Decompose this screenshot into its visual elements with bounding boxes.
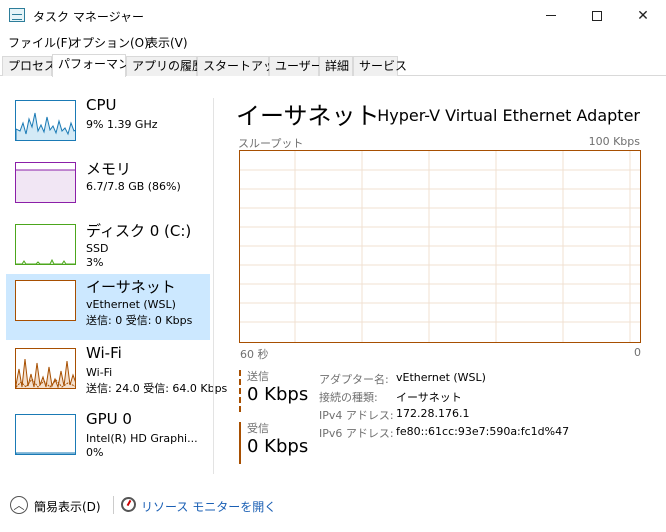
resource-detail: Wi-Fi xyxy=(86,366,113,379)
property-value: fe80::61cc:93e7:590a:fc1d%47 xyxy=(396,425,570,438)
chevron-up-icon[interactable]: ︿ xyxy=(10,496,28,514)
resource-wifi[interactable]: Wi-Fi Wi-Fi 送信: 24.0 受信: 64.0 Kbps xyxy=(6,342,227,408)
menu-file[interactable]: ファイル(F) xyxy=(8,34,72,51)
window-title: タスク マネージャー xyxy=(33,10,144,24)
resource-name: CPU xyxy=(86,96,117,114)
resource-detail: vEthernet (WSL) xyxy=(86,298,176,311)
tab-startup[interactable]: スタートアップ xyxy=(197,56,287,76)
menu-view[interactable]: 表示(V) xyxy=(146,34,188,51)
title-bar: タスク マネージャー ✕ xyxy=(0,0,666,31)
minimize-button[interactable] xyxy=(528,0,574,31)
resource-name: メモリ xyxy=(86,160,132,178)
resource-usage: 送信: 0 受信: 0 Kbps xyxy=(86,314,193,327)
close-button[interactable]: ✕ xyxy=(620,0,666,31)
receive-legend-marker xyxy=(239,422,241,464)
adapter-name: Hyper-V Virtual Ethernet Adapter xyxy=(377,106,640,125)
resource-name: GPU 0 xyxy=(86,410,132,428)
property-value: イーサネット xyxy=(396,391,462,404)
resource-detail: Intel(R) HD Graphi... xyxy=(86,432,198,445)
resource-name: ディスク 0 (C:) xyxy=(86,222,192,240)
tab-processes[interactable]: プロセス xyxy=(2,56,56,76)
resource-name: Wi-Fi xyxy=(86,344,122,362)
property-key: IPv6 アドレス: xyxy=(319,427,394,440)
resource-usage: 3% xyxy=(86,256,104,269)
tab-services[interactable]: サービス xyxy=(353,56,407,76)
property-value: vEthernet (WSL) xyxy=(396,371,486,384)
menu-bar: ファイル(F) オプション(O) 表示(V) xyxy=(0,32,666,52)
ethernet-thumbnail-graph xyxy=(15,280,76,321)
disk-thumbnail-graph xyxy=(15,224,76,265)
resource-ethernet[interactable]: イーサネット vEthernet (WSL) 送信: 0 受信: 0 Kbps xyxy=(6,274,210,340)
tab-details[interactable]: 詳細 xyxy=(319,56,353,76)
cpu-thumbnail-graph xyxy=(15,100,76,141)
property-value: 172.28.176.1 xyxy=(396,407,470,420)
property-key: 接続の種類: xyxy=(319,391,378,404)
send-legend-marker xyxy=(239,370,241,412)
resource-memory[interactable]: メモリ 6.7/7.8 GB (86%) xyxy=(6,156,210,222)
resource-usage: 0% xyxy=(86,446,104,459)
send-value: 0 Kbps xyxy=(247,384,309,405)
tab-app-history[interactable]: アプリの履歴 xyxy=(126,56,204,76)
property-key: IPv4 アドレス: xyxy=(319,409,394,422)
receive-value: 0 Kbps xyxy=(247,436,309,457)
receive-label: 受信 xyxy=(247,422,269,435)
minimize-icon xyxy=(546,15,556,16)
footer-divider xyxy=(113,496,114,514)
footer-bar: ︿ 簡易表示(D) リソース モニターを開く xyxy=(0,490,666,520)
resource-detail: SSD xyxy=(86,242,109,255)
task-manager-icon xyxy=(9,8,25,22)
fewer-details-button[interactable]: 簡易表示(D) xyxy=(34,498,101,515)
resource-detail: 6.7/7.8 GB (86%) xyxy=(86,180,181,193)
gpu-thumbnail-graph xyxy=(15,414,76,455)
wifi-thumbnail-graph xyxy=(15,348,76,389)
resource-usage: 送信: 24.0 受信: 64.0 Kbps xyxy=(86,382,228,395)
tab-bar: プロセス パフォーマンス アプリの履歴 スタートアップ ユーザー 詳細 サービス xyxy=(0,54,666,77)
graph-time-span: 60 秒 xyxy=(240,348,269,361)
send-stat: 送信 0 Kbps xyxy=(239,368,309,412)
maximize-button[interactable] xyxy=(574,0,620,31)
receive-stat: 受信 0 Kbps xyxy=(239,420,309,464)
graph-time-end: 0 xyxy=(634,346,641,359)
open-resource-monitor-link[interactable]: リソース モニターを開く xyxy=(141,498,276,515)
maximize-icon xyxy=(592,10,602,21)
send-label: 送信 xyxy=(247,370,269,383)
resource-gpu[interactable]: GPU 0 Intel(R) HD Graphi... 0% xyxy=(6,408,210,474)
resource-name: イーサネット xyxy=(86,278,176,296)
throughput-graph xyxy=(239,150,641,343)
tab-performance[interactable]: パフォーマンス xyxy=(52,54,142,77)
menu-options[interactable]: オプション(O) xyxy=(70,34,149,51)
sidebar-divider[interactable] xyxy=(213,98,214,474)
page-title: イーサネット xyxy=(236,102,380,130)
resource-detail: 9% 1.39 GHz xyxy=(86,118,158,131)
resource-cpu[interactable]: CPU 9% 1.39 GHz xyxy=(6,94,210,160)
resource-list: CPU 9% 1.39 GHz メモリ 6.7/7.8 GB (86%) ディス… xyxy=(0,92,227,474)
close-icon: ✕ xyxy=(637,7,649,24)
graph-label: スループット xyxy=(238,137,304,150)
tab-users[interactable]: ユーザー xyxy=(269,56,323,76)
property-key: アダプター名: xyxy=(319,373,389,386)
memory-thumbnail-graph xyxy=(15,162,76,203)
graph-max-label: 100 Kbps xyxy=(588,135,640,148)
resource-monitor-icon xyxy=(121,497,136,512)
throughput-grid xyxy=(240,151,640,342)
